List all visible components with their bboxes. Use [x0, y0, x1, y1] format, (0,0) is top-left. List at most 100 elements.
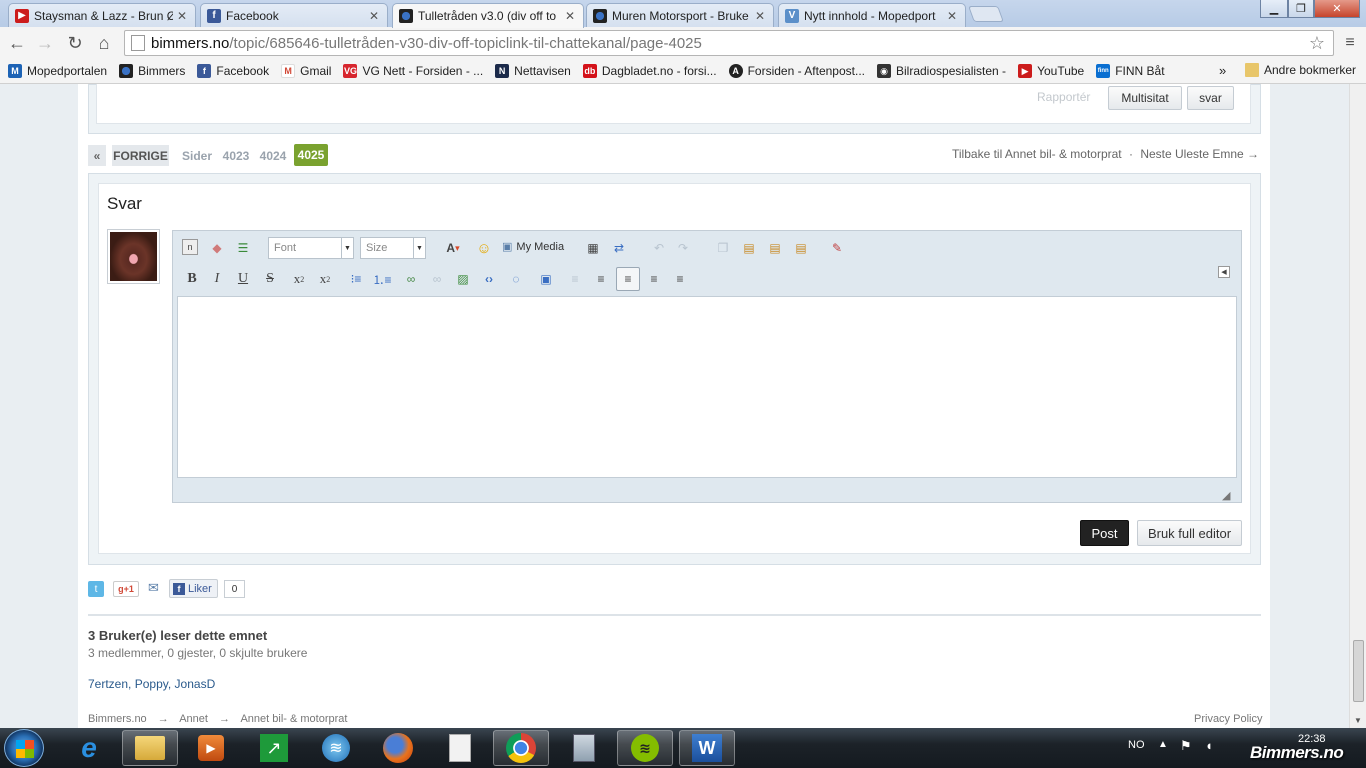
- taskbar-word[interactable]: W: [679, 730, 735, 766]
- volume-icon[interactable]: ◖: [1205, 738, 1213, 753]
- reader-link[interactable]: JonasD: [175, 677, 216, 691]
- forward-icon[interactable]: →: [33, 31, 57, 55]
- minimize-button[interactable]: ▁: [1260, 0, 1288, 18]
- bookmark-mopedportalen[interactable]: M Mopedportalen: [8, 64, 107, 78]
- breadcrumb-item[interactable]: Bimmers.no: [88, 713, 147, 725]
- code-icon[interactable]: ‹›: [480, 270, 498, 288]
- reader-link[interactable]: Poppy: [135, 677, 168, 691]
- scrollbar-thumb[interactable]: [1353, 640, 1364, 702]
- email-icon[interactable]: ✉: [148, 580, 164, 596]
- taskbar-ie[interactable]: e: [61, 730, 117, 766]
- paste-text-icon[interactable]: ▤: [766, 239, 784, 257]
- taskbar-firefox[interactable]: [370, 730, 426, 766]
- taskbar-chrome[interactable]: [493, 730, 549, 766]
- bookmarks-overflow-icon[interactable]: »: [1219, 63, 1226, 78]
- close-icon[interactable]: ✕: [947, 9, 959, 23]
- bookmark-dagbladet[interactable]: db Dagbladet.no - forsi...: [582, 64, 717, 78]
- bookmark-vg[interactable]: VG VG Nett - Forsiden - ...: [343, 64, 483, 78]
- numbered-list-icon[interactable]: ⒈≡: [373, 270, 392, 288]
- window-close-button[interactable]: ✕: [1314, 0, 1360, 18]
- collapse-toolbar-icon[interactable]: ◀: [1218, 266, 1230, 278]
- taskbar-spotify[interactable]: ≋: [617, 730, 673, 766]
- bullet-list-icon[interactable]: ⁝≡: [347, 270, 365, 288]
- close-icon[interactable]: ✕: [177, 9, 189, 23]
- italic-icon[interactable]: I: [208, 270, 226, 288]
- back-to-forum-link[interactable]: Tilbake til Annet bil- & motorprat: [952, 147, 1122, 161]
- eraser-icon[interactable]: ◆: [208, 239, 226, 257]
- table-icon[interactable]: ☰: [234, 239, 252, 257]
- breadcrumb-item[interactable]: Annet: [179, 713, 208, 725]
- post-button[interactable]: Post: [1080, 520, 1129, 546]
- underline-icon[interactable]: U: [234, 270, 252, 288]
- prev-arrow[interactable]: «: [88, 145, 106, 166]
- action-center-icon[interactable]: ⚑: [1180, 738, 1192, 754]
- reload-icon[interactable]: ↻: [63, 31, 87, 55]
- multiquote-button[interactable]: Multisitat: [1108, 86, 1182, 110]
- close-icon[interactable]: ✕: [369, 9, 381, 23]
- font-select[interactable]: Font ▼: [268, 237, 354, 259]
- twitter-icon[interactable]: t: [88, 581, 104, 597]
- align-right-icon[interactable]: ≡: [671, 270, 689, 288]
- prev-page-button[interactable]: FORRIGE: [112, 145, 169, 166]
- taskbar-calculator[interactable]: [556, 730, 612, 766]
- bookmark-youtube[interactable]: ▶ YouTube: [1018, 64, 1084, 78]
- align-center-icon[interactable]: ≡: [645, 270, 663, 288]
- address-bar[interactable]: bimmers.no/topic/685646-tulletråden-v30-…: [124, 30, 1334, 56]
- other-bookmarks[interactable]: Andre bokmerker: [1245, 63, 1356, 77]
- reply-textarea[interactable]: [177, 296, 1237, 478]
- tab-nytt-innhold[interactable]: V Nytt innhold - Mopedport ✕: [778, 3, 966, 27]
- breadcrumb-item[interactable]: Annet bil- & motorprat: [240, 713, 347, 725]
- tab-facebook[interactable]: f Facebook ✕: [200, 3, 388, 27]
- page-link-4023[interactable]: 4023: [220, 145, 252, 166]
- scroll-down-icon[interactable]: ▼: [1354, 716, 1362, 725]
- close-icon[interactable]: ✕: [565, 9, 577, 23]
- taskbar-network[interactable]: ≋: [308, 730, 364, 766]
- bookmark-bilradio[interactable]: ◉ Bilradiospesialisten -: [877, 64, 1006, 78]
- reader-link[interactable]: 7ertzen: [88, 677, 128, 691]
- spellcheck-icon[interactable]: ▦: [584, 239, 602, 257]
- translate-icon[interactable]: ⇄: [610, 239, 628, 257]
- indent-icon[interactable]: ≡: [592, 270, 610, 288]
- bookmark-nettavisen[interactable]: N Nettavisen: [495, 64, 571, 78]
- bookmark-gmail[interactable]: M Gmail: [281, 64, 331, 78]
- vertical-scrollbar[interactable]: ▼: [1349, 84, 1366, 728]
- bookmark-aftenposten[interactable]: A Forsiden - Aftenpost...: [728, 64, 865, 78]
- align-left-icon[interactable]: ≡: [616, 267, 640, 291]
- emoticon-icon[interactable]: ☺: [475, 239, 493, 257]
- show-hidden-icons-icon[interactable]: ▲: [1158, 739, 1168, 750]
- full-editor-button[interactable]: Bruk full editor: [1137, 520, 1242, 546]
- subscript-icon[interactable]: x2: [290, 270, 308, 288]
- quote-icon[interactable]: ◌: [507, 270, 525, 288]
- resize-handle-icon[interactable]: ◢: [1222, 489, 1230, 502]
- bookmark-bimmers[interactable]: Bimmers: [119, 64, 185, 78]
- next-unread-link[interactable]: Neste Uleste Emne →: [1140, 147, 1259, 161]
- menu-icon[interactable]: ≡: [1338, 31, 1362, 55]
- my-media-button[interactable]: ▣ My Media: [502, 240, 564, 254]
- tab-tulletraden[interactable]: Tulletråden v3.0 (div off to ✕: [392, 3, 584, 28]
- source-icon[interactable]: n: [182, 239, 198, 255]
- taskbar-stocks[interactable]: ↗: [246, 730, 302, 766]
- home-icon[interactable]: ⌂: [92, 31, 116, 55]
- link-icon[interactable]: ∞: [402, 270, 420, 288]
- unlink-icon[interactable]: ∞: [428, 270, 446, 288]
- undo-icon[interactable]: ↶: [650, 239, 668, 257]
- paste-icon[interactable]: ▤: [740, 239, 758, 257]
- tab-staysman[interactable]: ▶ Staysman & Lazz - Brun Ø ✕: [8, 3, 196, 27]
- outdent-icon[interactable]: ≡: [566, 270, 584, 288]
- bookmark-facebook[interactable]: f Facebook: [197, 64, 269, 78]
- close-icon[interactable]: ✕: [755, 9, 767, 23]
- size-select[interactable]: Size ▼: [360, 237, 426, 259]
- redo-icon[interactable]: ↷: [674, 239, 692, 257]
- reply-button[interactable]: svar: [1187, 86, 1234, 110]
- spoiler-icon[interactable]: ▣: [537, 270, 555, 288]
- taskbar-explorer[interactable]: [122, 730, 178, 766]
- start-button[interactable]: [4, 729, 44, 767]
- strikethrough-icon[interactable]: S: [261, 270, 279, 288]
- gplus-button[interactable]: g +1: [113, 581, 139, 597]
- back-icon[interactable]: ←: [5, 31, 29, 55]
- bookmark-finn[interactable]: finn FINN Båt: [1096, 64, 1165, 78]
- image-icon[interactable]: ▨: [454, 270, 472, 288]
- page-link-4024[interactable]: 4024: [257, 145, 289, 166]
- tab-muren[interactable]: Muren Motorsport - Bruke ✕: [586, 3, 774, 27]
- star-icon[interactable]: ☆: [1309, 33, 1325, 54]
